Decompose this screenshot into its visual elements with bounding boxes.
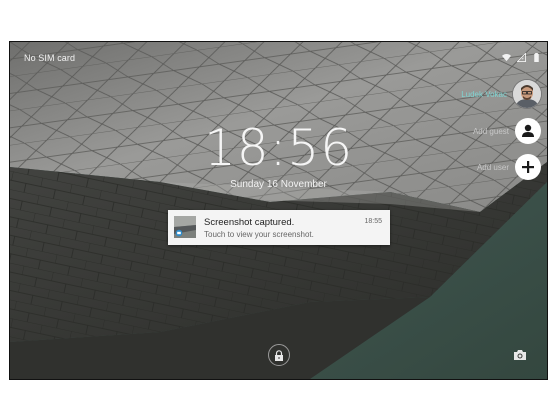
guest-circle[interactable] (515, 118, 541, 144)
plus-icon (522, 161, 534, 173)
screenshot-thumbnail (174, 216, 196, 238)
avatar[interactable] (513, 80, 541, 108)
lock-icon (275, 349, 283, 361)
lockscreen-clock: 18:56 (203, 119, 354, 177)
status-icons (502, 53, 541, 62)
unlock-button[interactable] (268, 344, 290, 366)
avatar-image (513, 80, 541, 108)
add-user-button[interactable]: Add user (477, 154, 541, 180)
add-user-circle[interactable] (515, 154, 541, 180)
add-user-label: Add user (476, 162, 509, 172)
lockscreen-date: Sunday 16 November (230, 179, 327, 190)
camera-icon[interactable] (513, 349, 527, 361)
screenshot-frame: No SIM card 18:56 Sunday 16 November Lud… (0, 0, 560, 420)
wifi-icon (502, 53, 511, 62)
notification-time: 18:55 (364, 218, 382, 225)
add-guest-button[interactable]: Add guest (473, 118, 541, 144)
add-guest-label: Add guest (472, 126, 509, 136)
battery-icon (534, 53, 539, 62)
screenshot-notification[interactable]: Screenshot captured. Touch to view your … (168, 210, 390, 245)
carrier-status: No SIM card (24, 53, 76, 63)
lock-screen: No SIM card 18:56 Sunday 16 November Lud… (9, 41, 548, 380)
notification-title: Screenshot captured. (204, 217, 295, 228)
person-icon (522, 124, 534, 137)
clock-minutes: 56 (287, 119, 354, 177)
user-current[interactable]: Ludek Vokac (461, 80, 541, 108)
notification-body: Touch to view your screenshot. (204, 230, 314, 239)
clock-hours: 18 (203, 119, 270, 177)
user-name: Ludek Vokac (461, 89, 507, 99)
signal-icon (517, 53, 526, 62)
thumbnail-image (174, 216, 196, 238)
